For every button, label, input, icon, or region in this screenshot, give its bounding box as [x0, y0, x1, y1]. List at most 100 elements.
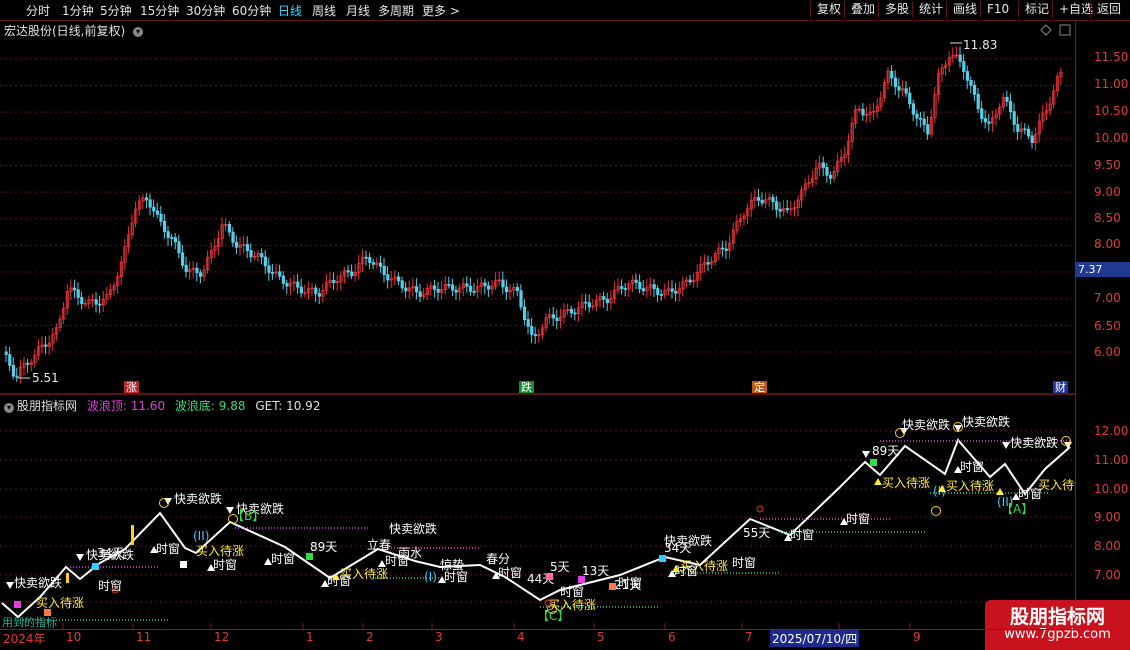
price-tick: 9.00: [1094, 185, 1121, 199]
candle-down: [861, 108, 865, 116]
watermark-logo: 股朋指标网 www.7gpzb.com: [985, 600, 1130, 650]
candle-down: [177, 241, 181, 254]
candle-down: [281, 275, 286, 284]
signal-square: [659, 555, 666, 562]
period-7[interactable]: 周线: [312, 2, 336, 19]
period-3[interactable]: 15分钟: [140, 2, 179, 19]
candle-down: [152, 206, 156, 212]
price-axis-line: [1075, 20, 1076, 630]
candle-down: [893, 77, 898, 88]
day-count: 89天: [872, 444, 899, 458]
sell-arrow-icon: [1002, 442, 1010, 449]
candle-down: [533, 334, 538, 337]
candle-down: [166, 231, 170, 238]
price-tick: 11.00: [1094, 77, 1129, 91]
period-4[interactable]: 30分钟: [186, 2, 225, 19]
solar-term: 春分: [486, 552, 510, 566]
candle-down: [965, 71, 970, 81]
day-count: 13天: [582, 564, 609, 578]
buy-signal: 买入待涨: [1038, 477, 1075, 492]
period-6[interactable]: 日线: [278, 2, 302, 19]
toolbar-button-0[interactable]: 复权: [810, 1, 844, 18]
candle-down: [1027, 128, 1031, 137]
toolbar-button-3[interactable]: 统计: [912, 1, 946, 18]
candle-down: [962, 61, 966, 72]
used-indicator-label: 用到的指标: [2, 616, 57, 629]
period-2[interactable]: 5分钟: [100, 2, 132, 19]
candle-down: [904, 88, 908, 94]
candle-down: [162, 220, 167, 233]
candle-down: [656, 288, 660, 295]
solar-term: 雨水: [398, 546, 422, 560]
buy-signal: 买入待涨: [946, 478, 994, 493]
candle-down: [249, 250, 253, 258]
candle-down: [825, 167, 829, 176]
toolbar-button-7[interactable]: +自选: [1052, 1, 1093, 18]
signal-square: [180, 561, 187, 568]
candle-down: [418, 291, 422, 297]
current-price-tag: 7.37: [1075, 262, 1130, 277]
buy-arrow-icon: [874, 478, 882, 485]
candle-down: [785, 208, 790, 210]
candle-down: [922, 118, 926, 126]
time-window: 时窗: [846, 512, 870, 526]
candlestick-chart: [0, 42, 1075, 384]
wave-count: 【C】: [537, 609, 569, 623]
candle-down: [184, 264, 188, 273]
toolbar-button-2[interactable]: 多股: [878, 1, 912, 18]
candle-down: [234, 241, 239, 248]
time-window: 时窗: [732, 556, 756, 570]
time-window: 时窗: [560, 585, 584, 599]
stage-number-icon: [931, 506, 941, 516]
time-window: 时窗: [156, 542, 180, 556]
candle-down: [285, 282, 289, 287]
candle-down: [159, 213, 163, 222]
time-axis-line: [0, 629, 1075, 630]
toolbar-button-6[interactable]: 标记: [1018, 1, 1052, 18]
candle-down: [530, 325, 534, 335]
time-window: 时窗: [98, 579, 122, 593]
period-0[interactable]: 分时: [26, 2, 50, 19]
candle-down: [775, 201, 779, 210]
toolbar-button-8[interactable]: 返回: [1090, 1, 1130, 18]
time-window: 时窗: [444, 570, 468, 584]
price-tick: 9.50: [1094, 158, 1121, 172]
candle-down: [523, 306, 527, 320]
signal-bar: [66, 573, 69, 583]
period-10[interactable]: 更多 >: [422, 2, 460, 19]
candle-down: [454, 289, 458, 293]
sell-arrow-icon: [862, 451, 870, 458]
period-8[interactable]: 月线: [346, 2, 370, 19]
candle-down: [404, 287, 408, 292]
price-tick: 10.00: [1094, 131, 1129, 145]
period-1[interactable]: 1分钟: [62, 2, 94, 19]
candle-down: [973, 84, 977, 95]
candle-down: [983, 118, 988, 123]
candle-down: [515, 287, 520, 292]
period-9[interactable]: 多周期: [378, 2, 414, 19]
time-window: 时窗: [498, 566, 522, 580]
time-tick: 11: [136, 630, 152, 644]
toolbar-button-4[interactable]: 画线: [946, 1, 980, 18]
candle-down: [504, 286, 509, 293]
time-tick: 2024年: [3, 632, 46, 646]
candle-down: [486, 285, 491, 290]
solar-term: 惊蛰: [440, 557, 464, 572]
candle-down: [94, 299, 98, 305]
period-5[interactable]: 60分钟: [232, 2, 271, 19]
candle-down: [314, 287, 318, 294]
wave-count: (II): [193, 529, 209, 543]
candle-down: [821, 162, 826, 168]
toolbar-button-5[interactable]: F10: [980, 1, 1018, 18]
day-count: 34天: [664, 541, 691, 555]
candle-down: [4, 351, 8, 355]
candle-down: [638, 281, 642, 289]
candle-down: [584, 301, 588, 304]
wave-line: [1, 438, 1071, 619]
sell-arrow-icon: [6, 582, 14, 589]
time-tick: 12: [214, 630, 230, 644]
candle-down: [382, 265, 386, 276]
candle-down: [555, 317, 559, 322]
toolbar-button-1[interactable]: 叠加: [844, 1, 878, 18]
candle-down: [890, 70, 894, 79]
